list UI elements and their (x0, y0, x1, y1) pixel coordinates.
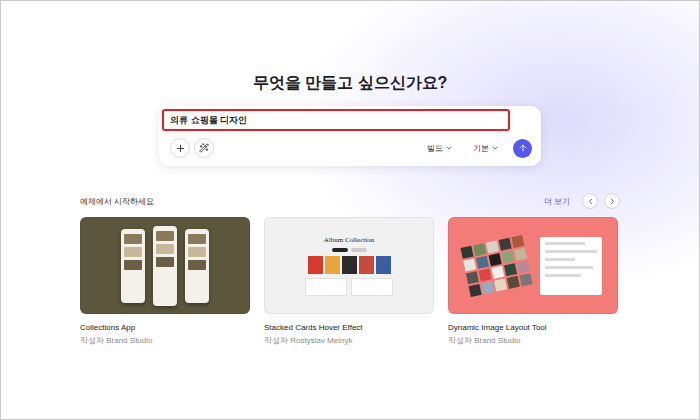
mosaic-tile (494, 278, 507, 291)
example-card[interactable]: Dynamic Image Layout Tool 작성자 Brand Studi… (448, 217, 618, 346)
chevron-left-icon (586, 197, 595, 206)
tool-panel (540, 237, 602, 295)
page: 무엇을 만들고 싶으신가요? 의류 쇼핑몰 디자인빌드 기본예제에서 시작하세요 더 … (0, 0, 700, 420)
phone-tile (124, 260, 142, 270)
examples-title: 예제에서 시작하세요 (80, 196, 154, 207)
album-cover (376, 256, 391, 274)
mosaic-tile (511, 234, 524, 247)
prompt-toolbar: 빌드 기본 (162, 138, 538, 158)
album-row (308, 256, 391, 274)
phone-tile (124, 247, 142, 257)
heading: 무엇을 만들고 싶으신가요? (253, 73, 448, 93)
arrow-up-icon (518, 143, 528, 153)
mosaic-tile (506, 275, 519, 288)
phone-mockup (121, 229, 145, 303)
phone-tile (156, 231, 174, 241)
mosaic-tile (468, 283, 481, 296)
prev-button[interactable] (582, 193, 598, 209)
model-select[interactable]: 기본 (467, 141, 505, 156)
mosaic-tile (519, 273, 532, 286)
album-cover (342, 256, 357, 274)
preview-pills (332, 248, 367, 252)
prompt-input[interactable]: 의류 쇼핑몰 디자인 (162, 109, 510, 131)
mosaic-tile (514, 247, 527, 260)
tool-line (545, 274, 581, 277)
example-card[interactable]: Album Collection Stacked Cards Hover Effe… (264, 217, 434, 346)
mosaic-tile (463, 258, 476, 271)
tool-line (545, 242, 585, 245)
phone-mockup (153, 226, 177, 306)
mosaic-tile (491, 265, 504, 278)
preview-panel (305, 278, 347, 296)
album-cover (308, 256, 323, 274)
mosaic-tile (501, 250, 514, 263)
card-author: 작성자 Rostyslav Melnyk (264, 335, 434, 346)
card-thumbnail (80, 217, 250, 314)
preview-title: Album Collection (324, 236, 374, 244)
album-cover (359, 256, 374, 274)
example-card[interactable]: Collections App 작성자 Brand Studio (80, 217, 250, 346)
phone-mockup (185, 229, 209, 303)
phone-tile (156, 244, 174, 254)
mosaic-tile (488, 253, 501, 266)
mosaic-grid (460, 234, 532, 296)
enhance-button[interactable] (194, 138, 214, 158)
preview-pill (332, 248, 348, 252)
phone-tile (188, 234, 206, 244)
chevron-right-icon (608, 197, 617, 206)
mosaic-tile (478, 268, 491, 281)
preview-panel (351, 278, 393, 296)
tool-line (545, 250, 597, 253)
mosaic-preview (465, 237, 602, 295)
mosaic-tile (498, 237, 511, 250)
chevron-down-icon (445, 144, 453, 152)
mosaic-tile (465, 271, 478, 284)
album-preview: Album Collection (305, 236, 393, 296)
tool-line (545, 258, 575, 261)
examples-header: 예제에서 시작하세요 더 보기 (80, 192, 620, 210)
mode-select[interactable]: 빌드 (421, 141, 459, 156)
card-title: Collections App (80, 322, 250, 333)
add-button[interactable] (170, 138, 190, 158)
plus-icon (175, 143, 186, 154)
mosaic-tile (460, 245, 473, 258)
examples-nav: 더 보기 (544, 193, 620, 209)
prompt-card: 의류 쇼핑몰 디자인빌드 기본 (159, 106, 541, 166)
chevron-down-icon (491, 144, 499, 152)
phone-tile (188, 247, 206, 257)
card-author: 작성자 Brand Studio (448, 335, 618, 346)
preview-panels (305, 278, 393, 296)
example-cards: Collections App 작성자 Brand Studio Album Col… (80, 217, 620, 346)
more-link[interactable]: 더 보기 (544, 196, 570, 207)
card-thumbnail (448, 217, 618, 314)
card-title: Stacked Cards Hover Effect (264, 322, 434, 333)
mosaic-tile (481, 281, 494, 294)
tool-line (545, 266, 593, 269)
phone-tile (188, 260, 206, 270)
mosaic-tile (473, 243, 486, 256)
phone-mockups (121, 226, 209, 306)
next-button[interactable] (604, 193, 620, 209)
card-title: Dynamic Image Layout Tool (448, 322, 618, 333)
card-thumbnail: Album Collection (264, 217, 434, 314)
mosaic-tile (475, 255, 488, 268)
mosaic-tile (516, 260, 529, 273)
phone-tile (124, 234, 142, 244)
examples-section: 예제에서 시작하세요 더 보기 Collections App 작성자 Brand S… (80, 192, 620, 346)
card-author: 작성자 Brand Studio (80, 335, 250, 346)
wand-icon (199, 143, 209, 153)
mosaic-tile (504, 263, 517, 276)
send-button[interactable] (513, 139, 532, 158)
album-cover (325, 256, 340, 274)
mosaic-tile (485, 240, 498, 253)
phone-tile (156, 257, 174, 267)
preview-pill (351, 248, 367, 252)
